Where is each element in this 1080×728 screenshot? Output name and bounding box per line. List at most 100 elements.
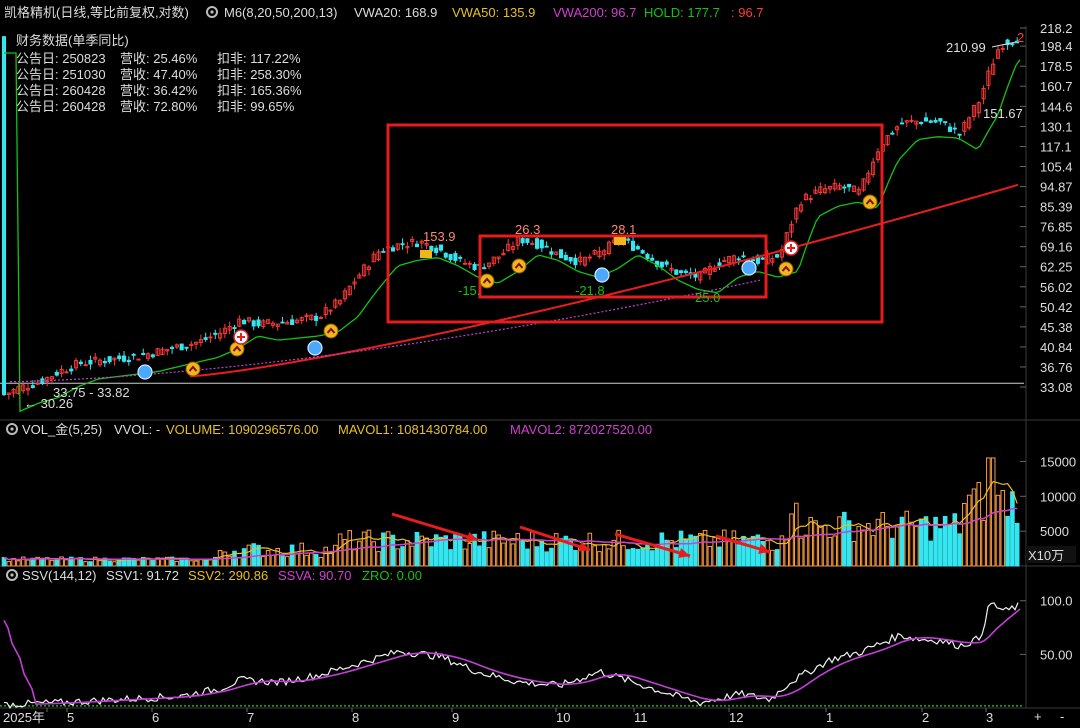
volume-bar — [721, 529, 727, 567]
zoom-in-button[interactable]: + — [1034, 709, 1042, 724]
volume-panel[interactable] — [1, 457, 1020, 567]
volume-bar — [885, 525, 890, 567]
volume-bar — [486, 547, 492, 567]
stock-chart-canvas[interactable]: 218.2 198.4 178.5 160.7 144.6 130.1 117.1 105.4… — [0, 0, 1080, 728]
volume-bar — [491, 530, 497, 567]
x-tick-label: 1 — [826, 710, 833, 725]
volume-bar — [520, 540, 525, 567]
volume-bar — [525, 548, 530, 567]
candle-body — [170, 346, 175, 349]
volume-bar — [477, 545, 482, 567]
volume-bar — [534, 546, 540, 567]
volume-bar — [625, 549, 631, 567]
label-263: 26.3 — [515, 222, 540, 237]
zro-value: ZRO: 0.00 — [362, 568, 422, 583]
volume-bar — [323, 546, 329, 567]
volume-bar — [649, 550, 655, 567]
vol-tick-label: 10000 — [1040, 489, 1076, 504]
vol-settings-gear-icon[interactable] — [6, 423, 18, 435]
volume-bar — [280, 555, 285, 567]
volume-bar — [918, 518, 924, 567]
volume-bar — [6, 561, 12, 567]
ssv2-value: SSV2: 290.86 — [188, 568, 268, 583]
x-tick-label: 10 — [556, 710, 570, 725]
vol-indicator-name[interactable]: VOL_金(5,25) — [22, 422, 102, 437]
volume-bar — [49, 560, 55, 567]
volume-bar — [88, 561, 93, 567]
volume-bar — [97, 560, 103, 567]
volume-bar — [986, 457, 991, 567]
candle-body — [683, 270, 688, 274]
volume-bar — [635, 548, 641, 567]
volume-bar — [1000, 489, 1006, 567]
volume-bar — [116, 560, 122, 567]
candle-body — [957, 133, 962, 136]
volume-bar — [726, 541, 732, 567]
ssv-indicator-name[interactable]: SSV(144,12) — [22, 568, 96, 583]
volume-bar — [870, 535, 876, 567]
candle-body — [760, 257, 765, 260]
volume-bar — [438, 536, 444, 567]
volume-bar — [890, 537, 895, 567]
zoom-out-button[interactable]: - — [1060, 709, 1064, 724]
volume-bar — [501, 542, 506, 567]
volume-bar — [957, 533, 962, 567]
buy-signal-icon — [511, 258, 527, 274]
indicator-label[interactable]: M6(8,20,50,200,13) — [224, 5, 337, 20]
volume-bar — [16, 560, 21, 567]
volume-bar — [938, 528, 943, 567]
candle-body — [539, 239, 544, 249]
settings-gear-icon[interactable] — [206, 6, 218, 18]
candle-body — [899, 122, 905, 125]
candle-body — [251, 320, 256, 327]
candle-body — [179, 343, 184, 351]
volume-bar — [669, 540, 674, 567]
vol-tick-label: 5000 — [1040, 524, 1069, 539]
flag-icon — [420, 250, 432, 258]
volume-bar — [597, 551, 602, 567]
volume-bar — [136, 559, 141, 567]
volume-bar — [1005, 515, 1010, 567]
volume-bar — [894, 526, 900, 567]
ssv-settings-gear-icon[interactable] — [6, 569, 18, 581]
volume-bar — [606, 548, 612, 567]
blue-signal-icon — [307, 340, 323, 356]
candle-body — [1, 36, 7, 396]
volume-bar — [83, 561, 88, 567]
low-label: ← 30.26 — [24, 396, 73, 411]
x-tick-label: 12 — [729, 710, 743, 725]
volume-bar — [385, 531, 391, 567]
ssv-panel[interactable] — [0, 602, 1024, 710]
x-tick-label: 6 — [152, 710, 159, 725]
candle-body — [30, 385, 35, 388]
candle-body — [890, 132, 895, 135]
candle-body — [443, 252, 448, 258]
candle-body — [573, 257, 578, 266]
candle-body — [751, 259, 756, 262]
buy-signal-icon — [479, 273, 495, 289]
volume-bar — [304, 554, 309, 567]
volume-bar — [64, 559, 69, 567]
label-250: 25.0 — [695, 290, 720, 305]
volume-bar — [529, 531, 535, 567]
high-label: 210.99 — [946, 40, 986, 55]
volume-bar — [510, 543, 516, 567]
blue-signal-icon — [741, 260, 757, 276]
volume-bar — [693, 535, 698, 567]
candle-body — [414, 243, 420, 248]
volume-bar — [861, 529, 866, 567]
volume-bar — [813, 520, 818, 567]
volume-bar — [707, 546, 713, 567]
volume-bar — [621, 545, 626, 567]
volume-bar — [376, 551, 381, 567]
fin-net: 扣非: 165.36% — [217, 83, 302, 98]
volume-bar — [462, 548, 468, 567]
candle-body — [933, 119, 938, 123]
volume-bar — [808, 517, 814, 567]
volume-bar — [236, 556, 242, 567]
candle-body — [131, 353, 136, 356]
volume-bar — [481, 531, 487, 567]
volume-value: VOLUME: 1090296576.00 — [166, 422, 319, 437]
volume-bar — [827, 536, 833, 567]
volume-bar — [318, 557, 324, 567]
